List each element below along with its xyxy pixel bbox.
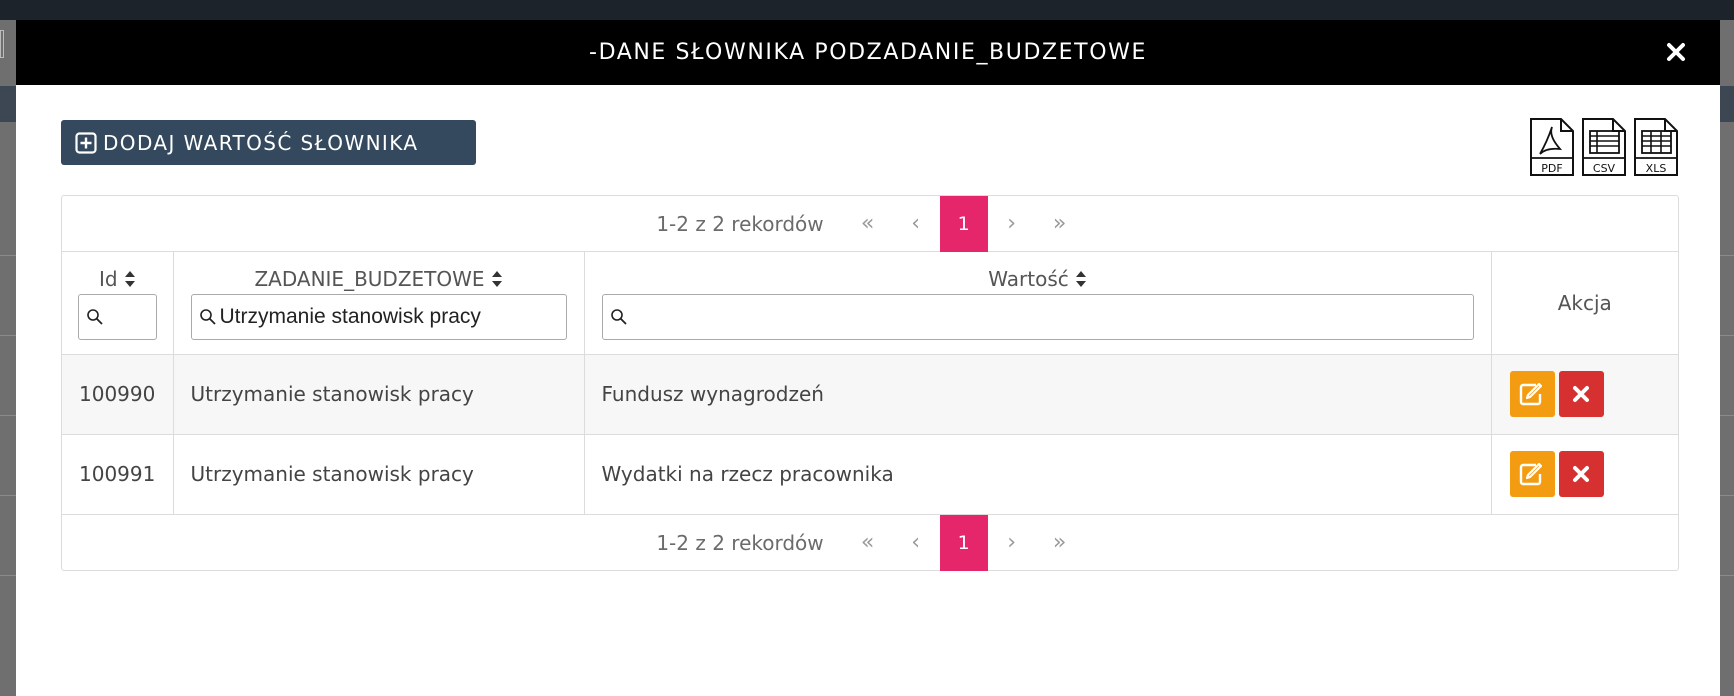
column-header-id: Id <box>62 252 174 355</box>
search-icon <box>610 309 627 325</box>
sort-icon <box>124 271 135 287</box>
cell-actions <box>1491 354 1678 435</box>
csv-file-icon[interactable]: CSV <box>1581 117 1627 177</box>
export-xls-label: XLS <box>1646 162 1667 175</box>
search-icon <box>87 309 103 325</box>
search-icon <box>199 309 216 325</box>
table-row: 100990 Utrzymanie stanowisk pracy Fundus… <box>62 354 1678 435</box>
sort-icon <box>491 271 502 287</box>
cell-id: 100991 <box>62 434 174 514</box>
sort-id-button[interactable]: Id <box>99 266 136 292</box>
column-header-wartosc: Wartość <box>584 252 1492 355</box>
background-top-bar <box>0 0 1734 20</box>
add-dictionary-value-button[interactable]: DODAJ WARTOŚĆ SŁOWNIKA <box>61 120 476 165</box>
page-1-button[interactable]: 1 <box>939 514 988 571</box>
plus-square-icon <box>75 131 97 154</box>
column-label: Id <box>98 267 118 291</box>
cell-wartosc: Wydatki na rzecz pracownika <box>584 434 1492 514</box>
xls-file-icon[interactable]: XLS <box>1633 117 1679 177</box>
cell-id: 100990 <box>62 354 174 435</box>
add-button-label: DODAJ WARTOŚĆ SŁOWNIKA <box>103 130 419 155</box>
close-icon[interactable] <box>1664 40 1688 64</box>
edit-icon <box>1519 382 1543 406</box>
first-page-button[interactable]: « <box>844 515 892 571</box>
column-header-zadanie: ZADANIE_BUDZETOWE <box>173 252 585 355</box>
next-page-button[interactable]: › <box>988 196 1036 252</box>
edit-icon <box>1519 463 1543 486</box>
sort-icon <box>1075 271 1086 287</box>
modal-toolbar: DODAJ WARTOŚĆ SŁOWNIKA PDF CSV XLS <box>16 85 1720 197</box>
delete-button[interactable] <box>1558 451 1604 498</box>
pagination-bottom: 1-2 z 2 rekordów « ‹ 1 › » <box>62 514 1678 571</box>
previous-page-button[interactable]: ‹ <box>892 196 940 252</box>
edit-button[interactable] <box>1509 371 1555 417</box>
wartosc-filter-field[interactable] <box>601 294 1474 340</box>
previous-page-button[interactable]: ‹ <box>892 515 940 571</box>
id-filter-field[interactable] <box>78 294 157 340</box>
wartosc-filter-input[interactable] <box>628 305 1473 329</box>
export-pdf-label: PDF <box>1541 162 1562 175</box>
zadanie-filter-input[interactable] <box>217 305 566 329</box>
dictionary-table-panel: 1-2 z 2 rekordów « ‹ 1 › » Id ZADANIE_BU… <box>61 195 1679 571</box>
pagination-info: 1-2 z 2 rekordów <box>656 530 824 555</box>
id-filter-input[interactable] <box>105 305 156 329</box>
page-1-button[interactable]: 1 <box>939 195 988 252</box>
zadanie-filter-field[interactable] <box>190 294 567 340</box>
last-page-button[interactable]: » <box>1036 196 1084 252</box>
sort-wartosc-button[interactable]: Wartość <box>988 266 1086 292</box>
column-label: ZADANIE_BUDZETOWE <box>254 267 485 291</box>
pagination-top: 1-2 z 2 rekordów « ‹ 1 › » <box>62 195 1678 252</box>
cell-zadanie: Utrzymanie stanowisk pracy <box>173 434 585 514</box>
sort-zadanie-button[interactable]: ZADANIE_BUDZETOWE <box>254 266 502 292</box>
column-label: Wartość <box>988 267 1069 291</box>
modal-header: -DANE SŁOWNIKA PODZADANIE_BUDZETOWE <box>16 20 1720 85</box>
dictionary-table: Id ZADANIE_BUDZETOWE Utrzymanie stanowis… <box>62 252 1678 514</box>
edit-button[interactable] <box>1509 451 1555 498</box>
cell-actions <box>1491 434 1678 514</box>
dictionary-modal: -DANE SŁOWNIKA PODZADANIE_BUDZETOWE DODA… <box>16 20 1720 696</box>
pagination-info: 1-2 z 2 rekordów <box>656 211 824 236</box>
cell-zadanie: Utrzymanie stanowisk pracy <box>173 354 585 435</box>
table-row: 100991 Utrzymanie stanowisk pracy Wydatk… <box>62 434 1678 514</box>
export-csv-label: CSV <box>1593 162 1616 175</box>
modal-title: -DANE SŁOWNIKA PODZADANIE_BUDZETOWE <box>589 40 1147 65</box>
delete-icon <box>1573 386 1589 402</box>
export-buttons: PDF CSV XLS <box>1529 117 1679 177</box>
background-checkbox <box>0 30 4 58</box>
column-header-akcja: Akcja <box>1491 252 1678 355</box>
pdf-file-icon[interactable]: PDF <box>1529 117 1575 177</box>
delete-button[interactable] <box>1558 371 1604 417</box>
last-page-button[interactable]: » <box>1036 515 1084 571</box>
first-page-button[interactable]: « <box>844 196 892 252</box>
cell-wartosc: Fundusz wynagrodzeń <box>584 354 1492 435</box>
delete-icon <box>1573 466 1589 483</box>
next-page-button[interactable]: › <box>988 515 1036 571</box>
